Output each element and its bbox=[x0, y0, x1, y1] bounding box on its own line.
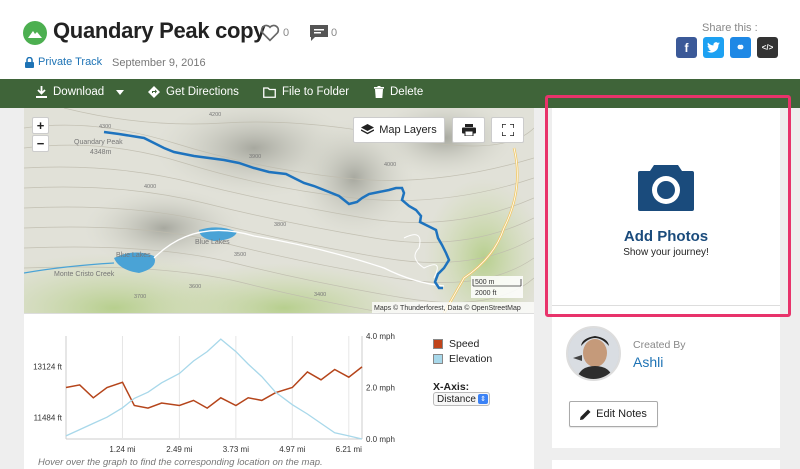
y-left-tick-label: 13124 ft bbox=[33, 362, 63, 371]
comment-count: 0 bbox=[331, 27, 338, 39]
creator-name[interactable]: Ashli bbox=[633, 354, 663, 370]
lake-label-2: Blue Lakes bbox=[195, 239, 230, 246]
edit-notes-button[interactable]: Edit Notes bbox=[569, 401, 658, 427]
x-tick-label: 3.73 mi bbox=[223, 445, 249, 454]
legend-speed: Speed bbox=[433, 338, 479, 350]
next-card bbox=[552, 460, 780, 469]
lock-icon bbox=[25, 56, 34, 68]
graph-hint: Hover over the graph to find the corresp… bbox=[38, 457, 323, 468]
share-icons: f ⚭ </> bbox=[676, 37, 778, 58]
contour-label: 4000 bbox=[384, 162, 396, 168]
series-line-elevation bbox=[65, 338, 363, 440]
download-button[interactable]: Download bbox=[36, 86, 125, 98]
expand-icon bbox=[501, 124, 514, 136]
y-right-tick-label: 4.0 mph bbox=[366, 332, 395, 341]
legend-swatch bbox=[433, 354, 443, 364]
contour-label: 3500 bbox=[234, 252, 246, 258]
delete-button[interactable]: Delete bbox=[374, 86, 423, 98]
x-tick-label: 1.24 mi bbox=[109, 445, 135, 454]
legend-swatch bbox=[433, 339, 443, 349]
contour-label: 3700 bbox=[134, 294, 146, 300]
map-attribution: Maps © Thunderforest, Data © OpenStreetM… bbox=[374, 304, 521, 312]
layers-icon bbox=[361, 124, 375, 135]
contour-label: 3800 bbox=[274, 222, 286, 228]
series-line-speed bbox=[65, 366, 363, 409]
creek-label: Monte Cristo Creek bbox=[54, 271, 115, 278]
print-button[interactable] bbox=[452, 117, 485, 143]
y-right-tick-label: 2.0 mph bbox=[366, 384, 395, 393]
pencil-icon bbox=[580, 409, 591, 420]
twitter-icon[interactable] bbox=[703, 37, 724, 58]
peak-elev: 4348m bbox=[90, 149, 112, 156]
mountain-icon bbox=[23, 21, 47, 45]
add-photos-highlight bbox=[545, 95, 791, 317]
y-left-tick-label: 11484 ft bbox=[34, 414, 63, 423]
trail-map[interactable]: Quandary Peak 4348m Blue Lakes Blue Lake… bbox=[24, 108, 534, 313]
share-label: Share this : bbox=[702, 22, 758, 34]
legend-elevation: Elevation bbox=[433, 353, 492, 365]
created-by-label: Created By bbox=[633, 339, 686, 351]
file-to-folder-button[interactable]: File to Folder bbox=[263, 86, 349, 98]
lake-label-1: Blue Lakes bbox=[116, 252, 151, 259]
caret-down-icon bbox=[116, 89, 125, 95]
like-count: 0 bbox=[283, 27, 290, 39]
page-title: Quandary Peak copy bbox=[53, 18, 266, 43]
contour-label: 4200 bbox=[209, 112, 221, 118]
x-tick-label: 2.49 mi bbox=[166, 445, 192, 454]
x-tick-label: 4.97 mi bbox=[279, 445, 305, 454]
facebook-icon[interactable]: f bbox=[676, 37, 697, 58]
avatar[interactable] bbox=[566, 326, 621, 381]
contour-label: 3400 bbox=[314, 292, 326, 298]
get-directions-button[interactable]: Get Directions bbox=[148, 86, 239, 98]
track-header: Quandary Peak copy 0 0 Private Track Sep… bbox=[0, 0, 800, 80]
xaxis-select[interactable]: Distance ⇕ bbox=[433, 392, 490, 406]
contour-label: 3900 bbox=[249, 154, 261, 160]
embed-icon[interactable]: </> bbox=[757, 37, 778, 58]
contour-label: 4300 bbox=[99, 124, 111, 130]
private-track-link[interactable]: Private Track bbox=[25, 56, 102, 68]
trash-icon bbox=[374, 86, 384, 98]
zoom-in-button[interactable]: + bbox=[32, 117, 49, 134]
scale-meters: 500 m bbox=[475, 279, 495, 286]
track-date: September 9, 2016 bbox=[112, 57, 206, 69]
select-arrows-icon: ⇕ bbox=[478, 394, 488, 404]
fullscreen-button[interactable] bbox=[491, 117, 524, 143]
folder-icon bbox=[263, 86, 276, 98]
peak-label: Quandary Peak bbox=[74, 139, 123, 146]
scale-feet: 2000 ft bbox=[475, 290, 496, 297]
y-right-tick-label: 0.0 mph bbox=[366, 435, 395, 444]
privacy-label: Private Track bbox=[38, 56, 103, 68]
x-tick-label: 6.21 mi bbox=[336, 445, 362, 454]
directions-icon bbox=[148, 86, 160, 98]
contour-label: 4000 bbox=[144, 184, 156, 190]
contour-label: 3600 bbox=[189, 284, 201, 290]
download-icon bbox=[36, 86, 47, 98]
link-icon[interactable]: ⚭ bbox=[730, 37, 751, 58]
zoom-out-button[interactable]: − bbox=[32, 135, 49, 152]
comment-icon[interactable] bbox=[309, 24, 329, 47]
map-layers-button[interactable]: Map Layers bbox=[353, 117, 445, 143]
print-icon bbox=[461, 124, 476, 136]
heart-icon[interactable] bbox=[260, 24, 280, 47]
elevation-speed-chart[interactable]: 1.24 mi 2.49 mi 3.73 mi 4.97 mi 6.21 mi 13124… bbox=[24, 314, 414, 454]
